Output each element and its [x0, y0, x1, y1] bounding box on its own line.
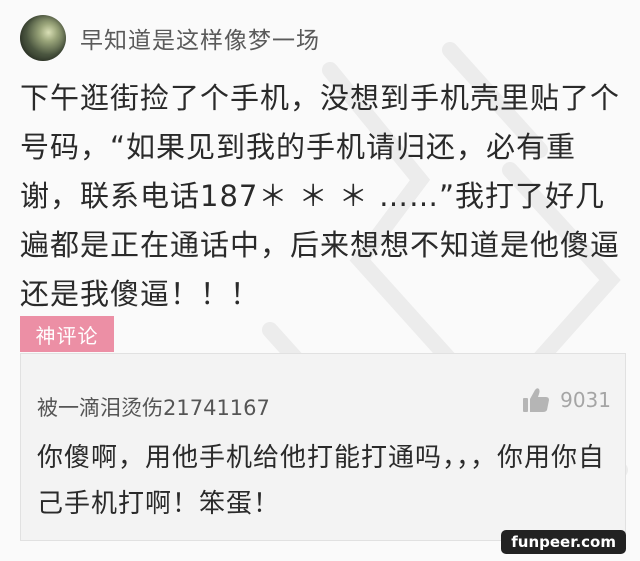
comment-author[interactable]: 被一滴泪烫伤21741167	[37, 392, 270, 422]
like-button[interactable]: 9031	[522, 387, 611, 413]
comment-card: 被一滴泪烫伤21741167 9031 你傻啊，用他手机给他打能打通吗，，，你用…	[20, 353, 626, 541]
like-count: 9031	[560, 388, 611, 412]
site-watermark: funpeer.com	[501, 530, 626, 554]
post-header: 早知道是这样像梦一场	[20, 14, 320, 62]
avatar[interactable]	[20, 15, 66, 61]
username[interactable]: 早知道是这样像梦一场	[80, 21, 320, 55]
hot-comment-tag: 神评论	[20, 316, 114, 352]
thumbs-up-icon	[523, 388, 550, 412]
post-text: 下午逛街捡了个手机，没想到手机壳里贴了个号码，“如果见到我的手机请归还，必有重谢…	[20, 81, 621, 311]
comment-text: 你傻啊，用他手机给他打能打通吗，，，你用你自己手机打啊！笨蛋！	[37, 443, 606, 519]
